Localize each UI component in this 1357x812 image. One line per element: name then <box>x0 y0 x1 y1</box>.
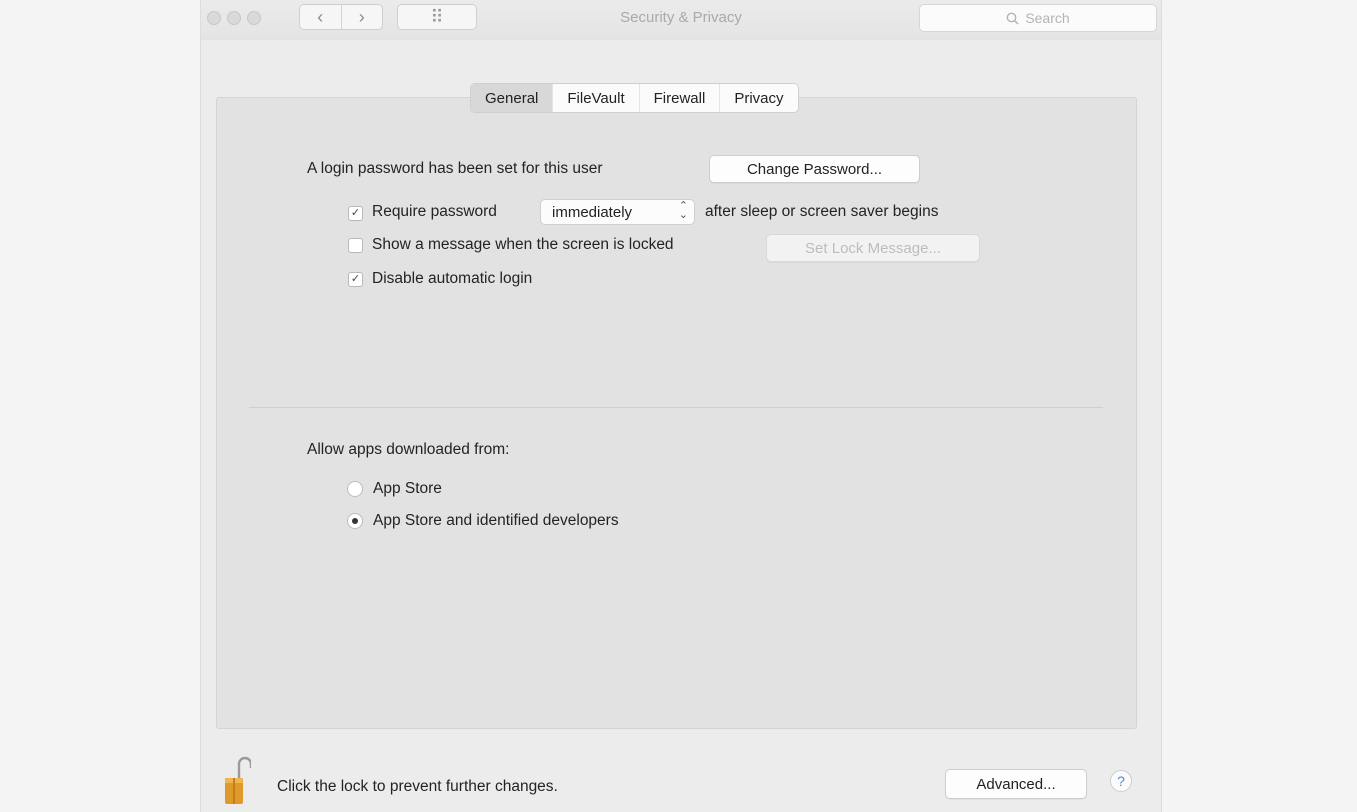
tab-filevault[interactable]: FileVault <box>552 84 638 112</box>
set-lock-message-button[interactable]: Set Lock Message... <box>766 234 980 262</box>
lock-button[interactable] <box>223 754 253 806</box>
show-message-label: Show a message when the screen is locked <box>372 236 674 253</box>
tab-bar: General FileVault Firewall Privacy <box>470 83 799 113</box>
change-password-button[interactable]: Change Password... <box>709 155 920 183</box>
after-sleep-text: after sleep or screen saver begins <box>705 203 939 220</box>
tab-firewall[interactable]: Firewall <box>638 84 720 112</box>
section-divider <box>249 407 1103 408</box>
radio-selected-dot <box>352 518 358 524</box>
checkmark-icon: ✓ <box>350 273 361 285</box>
help-button[interactable]: ? <box>1110 770 1132 792</box>
search-placeholder: Search <box>1025 10 1070 26</box>
login-password-text: A login password has been set for this u… <box>307 160 603 177</box>
app-store-identified-label: App Store and identified developers <box>373 512 619 529</box>
tab-privacy[interactable]: Privacy <box>719 84 797 112</box>
lock-status-text: Click the lock to prevent further change… <box>277 778 558 795</box>
require-password-delay-select[interactable]: immediately ⌃ ⌄ <box>540 199 695 225</box>
advanced-button[interactable]: Advanced... <box>945 769 1087 799</box>
app-store-label: App Store <box>373 480 442 497</box>
show-message-checkbox[interactable] <box>348 238 363 253</box>
general-pane: A login password has been set for this u… <box>216 97 1137 729</box>
app-store-radio[interactable] <box>347 481 363 497</box>
lock-open-icon <box>225 756 253 804</box>
tab-general[interactable]: General <box>471 84 553 112</box>
chevron-updown-icon: ⌃ ⌄ <box>678 200 688 221</box>
disable-auto-login-checkbox[interactable]: ✓ <box>348 272 363 287</box>
allow-apps-label: Allow apps downloaded from: <box>307 441 510 458</box>
disable-auto-login-label: Disable automatic login <box>372 270 533 287</box>
help-icon: ? <box>1117 773 1125 789</box>
search-field[interactable]: Search <box>919 4 1157 32</box>
preferences-window: ‹ › ⠿ Security & Privacy Search A login … <box>200 0 1162 812</box>
app-store-identified-radio[interactable] <box>347 513 363 529</box>
search-icon <box>1006 12 1019 25</box>
checkmark-icon: ✓ <box>350 207 361 219</box>
require-password-label: Require password <box>372 203 497 220</box>
require-password-checkbox[interactable]: ✓ <box>348 206 363 221</box>
toolbar: ‹ › ⠿ Security & Privacy Search <box>201 0 1161 40</box>
require-password-delay-value: immediately <box>552 203 633 221</box>
